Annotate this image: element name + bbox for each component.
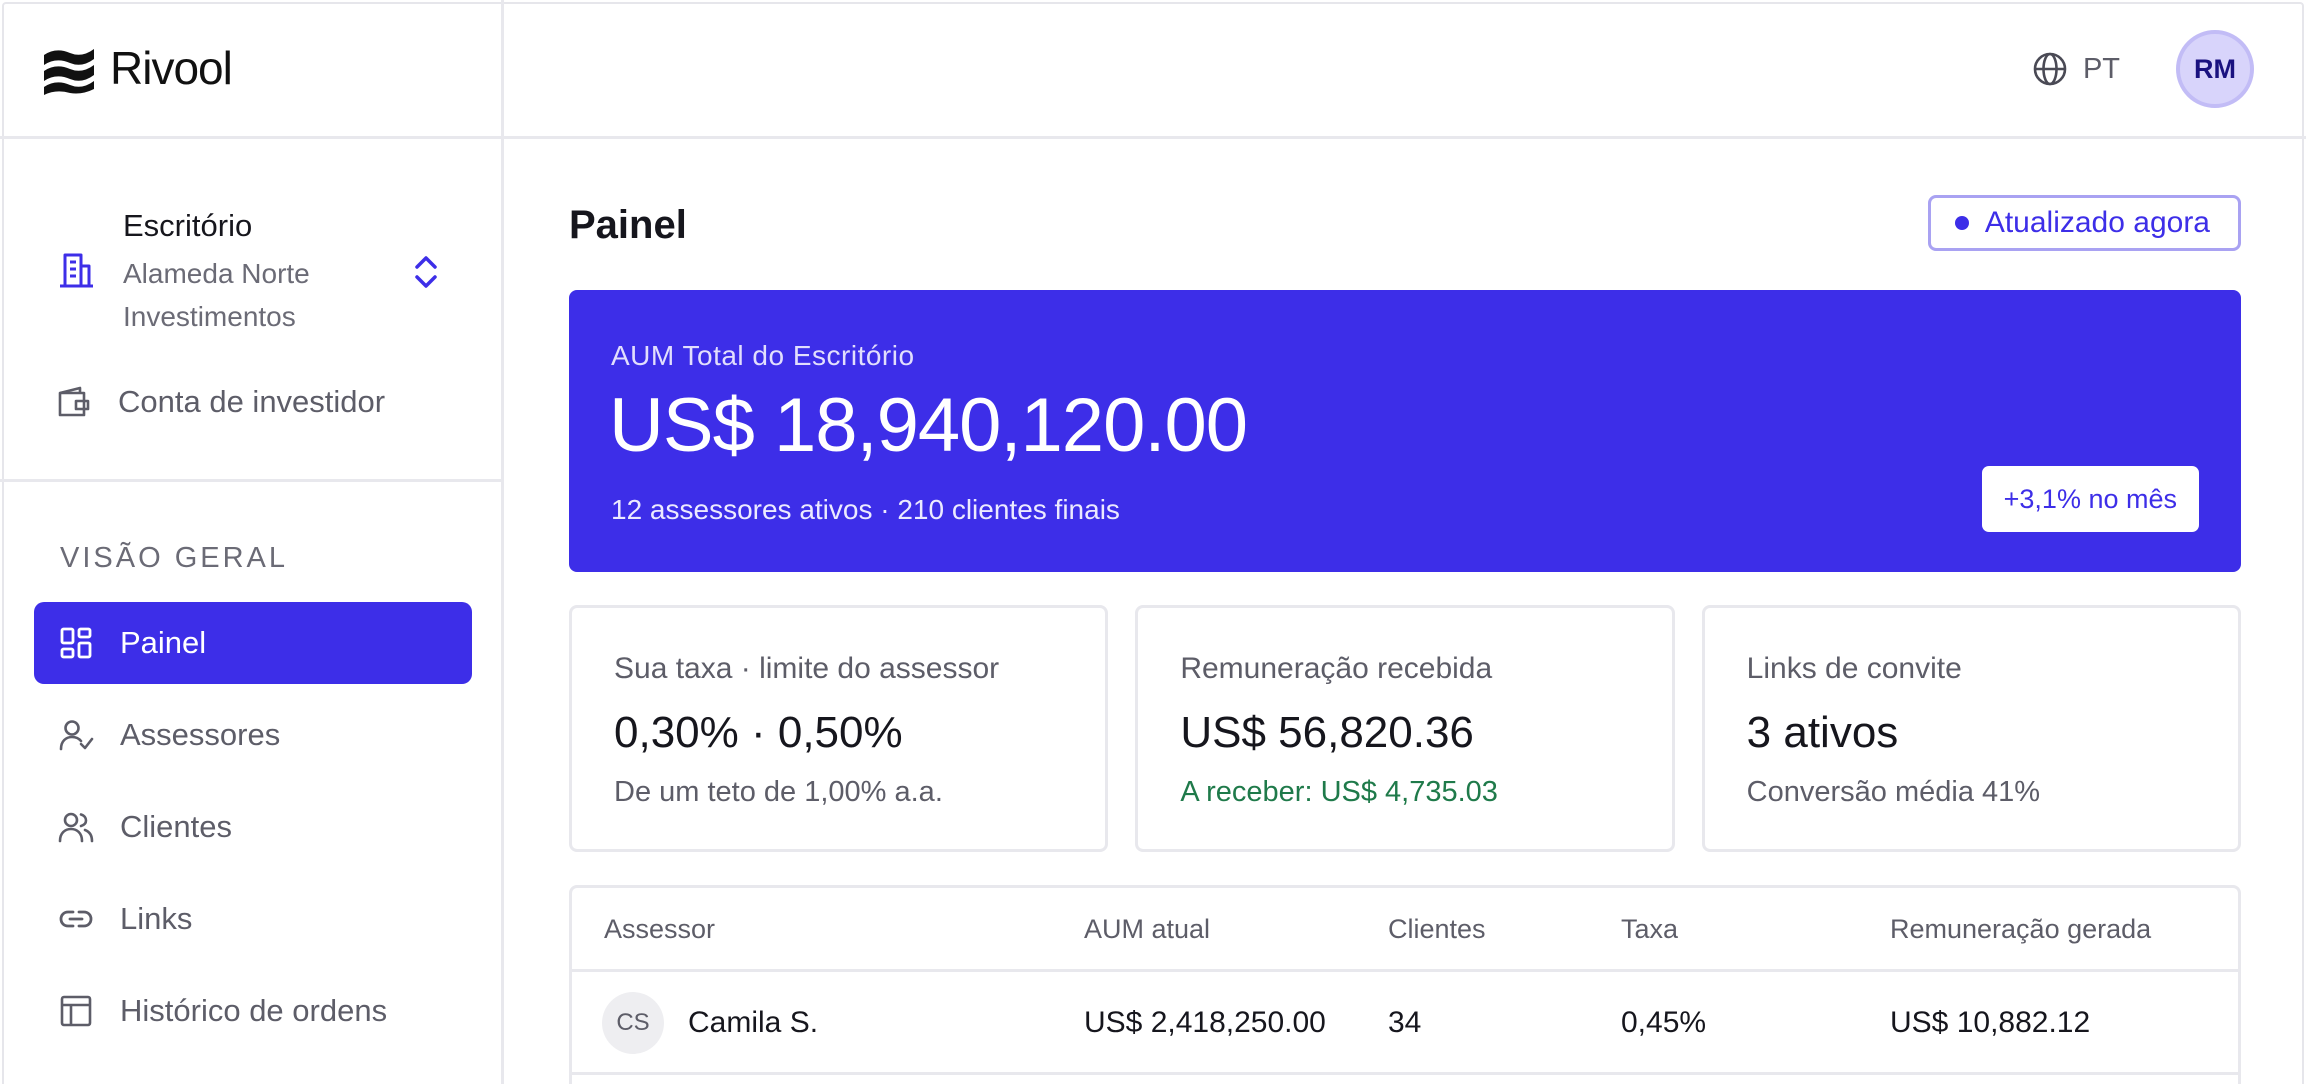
stat-card-earnings: Remuneração recebida US$ 56,820.36 A rec… bbox=[1135, 605, 1675, 852]
column-header-aum[interactable]: AUM atual bbox=[1084, 914, 1210, 945]
monthly-change-badge: +3,1% no mês bbox=[1981, 466, 2199, 532]
org-name: Alameda Norte Investimentos bbox=[123, 258, 310, 332]
hero-value: US$ 18,940,120.00 bbox=[609, 383, 1248, 468]
org-switcher[interactable]: Escritório Alameda Norte Investimentos bbox=[56, 204, 456, 334]
sidebar-item-label: Painel bbox=[120, 625, 207, 660]
column-header-remuneracao[interactable]: Remuneração gerada bbox=[1890, 914, 2151, 945]
link-icon bbox=[59, 910, 93, 928]
stat-subtitle: Conversão média 41% bbox=[1746, 776, 2041, 808]
sidebar-item-historico[interactable]: Histórico de ordens bbox=[34, 970, 472, 1052]
logo[interactable]: Rivool bbox=[42, 38, 233, 98]
stat-value: US$ 56,820.36 bbox=[1180, 708, 1474, 757]
chevron-up-down-icon[interactable] bbox=[412, 254, 440, 290]
hero-subtitle: 12 assessores ativos · 210 clientes fina… bbox=[611, 494, 1120, 525]
users-icon bbox=[58, 812, 94, 843]
avatar: CS bbox=[602, 992, 664, 1054]
status-dot-icon bbox=[1954, 216, 1969, 230]
stat-label: Links de convite bbox=[1746, 652, 1962, 685]
investor-account-label: Conta de investidor bbox=[118, 384, 386, 419]
advisor-name: Camila S. bbox=[688, 1006, 819, 1039]
user-avatar[interactable]: RM bbox=[2176, 30, 2254, 108]
page-title: Painel bbox=[569, 203, 687, 247]
stat-value: 3 ativos bbox=[1746, 708, 1899, 757]
sidebar: Rivool Escritório Alameda Norte Investim… bbox=[0, 0, 504, 1084]
sidebar-item-label: Histórico de ordens bbox=[120, 993, 388, 1028]
divider bbox=[0, 479, 504, 482]
table-header: Assessor AUM atual Clientes Taxa Remuner… bbox=[572, 888, 2238, 972]
hero-label: AUM Total do Escritório bbox=[611, 340, 915, 371]
stat-card-invites: Links de convite 3 ativos Conversão médi… bbox=[1701, 605, 2241, 852]
sidebar-item-label: Links bbox=[120, 901, 193, 936]
dashboard-icon bbox=[60, 627, 92, 659]
stats-row: Sua taxa · limite do assessor 0,30% · 0,… bbox=[569, 605, 2241, 852]
advisors-table: Assessor AUM atual Clientes Taxa Remuner… bbox=[569, 885, 2241, 1084]
language-switcher[interactable]: PT bbox=[2031, 50, 2120, 88]
language-label: PT bbox=[2082, 52, 2120, 85]
column-header-clientes[interactable]: Clientes bbox=[1388, 914, 1486, 945]
wallet-icon bbox=[58, 386, 90, 417]
rate-cell: 0,45% bbox=[1621, 1006, 1707, 1039]
org-label: Escritório bbox=[123, 208, 253, 243]
section-title: VISÃO GERAL bbox=[60, 542, 289, 574]
status-label: Atualizado agora bbox=[1984, 206, 2210, 239]
column-header-assessor[interactable]: Assessor bbox=[604, 914, 715, 945]
divider bbox=[0, 136, 504, 139]
app-name: Rivool bbox=[110, 42, 233, 94]
aum-hero-card: AUM Total do Escritório US$ 18,940,120.0… bbox=[569, 290, 2241, 572]
stat-value: 0,30% · 0,50% bbox=[614, 708, 903, 757]
stat-subtitle: De um teto de 1,00% a.a. bbox=[614, 776, 943, 808]
globe-icon bbox=[2033, 52, 2067, 86]
stat-card-rate: Sua taxa · limite do assessor 0,30% · 0,… bbox=[569, 605, 1109, 852]
table-row[interactable]: CS Camila S. US$ 2,418,250.00 34 0,45% U… bbox=[572, 972, 2238, 1075]
sidebar-item-label: Clientes bbox=[120, 809, 232, 844]
aum-cell: US$ 2,418,250.00 bbox=[1084, 1006, 1326, 1039]
sidebar-nav: Painel Assessores Clientes Links Históri… bbox=[34, 602, 472, 1062]
stat-subtitle: A receber: US$ 4,735.03 bbox=[1180, 776, 1498, 808]
sidebar-item-links[interactable]: Links bbox=[34, 878, 472, 960]
clients-cell: 34 bbox=[1388, 1006, 1422, 1039]
column-header-taxa[interactable]: Taxa bbox=[1621, 914, 1678, 945]
sidebar-item-clientes[interactable]: Clientes bbox=[34, 786, 472, 868]
sidebar-item-assessores[interactable]: Assessores bbox=[34, 694, 472, 776]
sidebar-item-painel[interactable]: Painel bbox=[34, 602, 472, 684]
building-icon bbox=[60, 253, 93, 288]
table-icon bbox=[60, 995, 92, 1027]
status-badge: Atualizado agora bbox=[1927, 195, 2241, 251]
stat-label: Remuneração recebida bbox=[1180, 652, 1493, 685]
user-check-icon bbox=[59, 720, 94, 751]
investor-account-link[interactable]: Conta de investidor bbox=[56, 378, 385, 426]
logo-mark-icon bbox=[44, 49, 94, 95]
sidebar-item-label: Assessores bbox=[120, 717, 281, 752]
stat-label: Sua taxa · limite do assessor bbox=[614, 652, 1000, 685]
earned-cell: US$ 10,882.12 bbox=[1890, 1006, 2091, 1039]
top-bar: PT RM bbox=[504, 0, 2306, 139]
